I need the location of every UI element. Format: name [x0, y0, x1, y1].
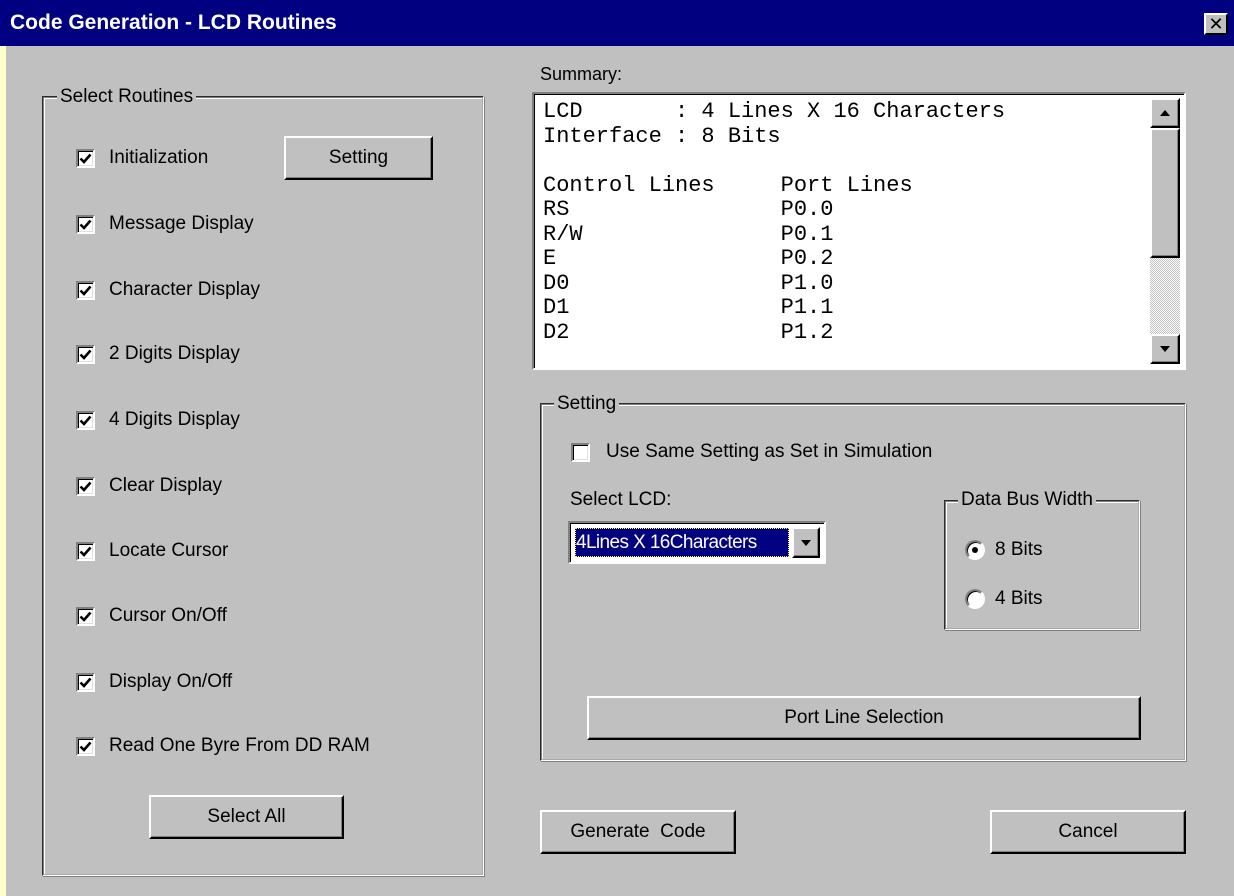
checkmark-icon — [79, 415, 92, 426]
select-lcd-value[interactable]: 4Lines X 16Characters — [575, 528, 789, 557]
checkbox[interactable] — [76, 606, 95, 626]
use-same-setting-checkbox[interactable] — [571, 442, 590, 462]
generate-code-button[interactable]: Generate Code — [540, 810, 736, 854]
routine-label: Initialization — [109, 147, 209, 168]
routine-read-one-byte[interactable]: Read One Byre From DD RAM — [76, 735, 370, 757]
routine-label: Cursor On/Off — [109, 605, 227, 626]
routine-label: Display On/Off — [109, 671, 233, 692]
checkmark-icon — [79, 546, 92, 557]
checkmark-icon — [79, 677, 92, 688]
checkbox[interactable] — [76, 344, 95, 364]
checkbox[interactable] — [76, 736, 95, 756]
radio-button[interactable] — [965, 589, 985, 609]
routine-label: 4 Digits Display — [109, 409, 240, 430]
checkbox[interactable] — [76, 672, 95, 692]
checkbox[interactable] — [76, 148, 95, 168]
summary-label: Summary: — [540, 64, 623, 84]
checkmark-icon — [79, 481, 92, 492]
chevron-down-icon — [801, 539, 811, 546]
routine-label: Clear Display — [109, 475, 222, 496]
routine-initialization[interactable]: Initialization — [76, 147, 208, 169]
checkmark-icon — [79, 219, 92, 230]
use-same-setting-option[interactable]: Use Same Setting as Set in Simulation — [571, 441, 932, 463]
summary-textarea[interactable]: LCD : 4 Lines X 16 Characters Interface … — [532, 92, 1186, 370]
data-bus-width-legend: Data Bus Width — [958, 490, 1096, 509]
checkmark-icon — [79, 153, 92, 164]
checkbox[interactable] — [76, 214, 95, 234]
checkbox[interactable] — [76, 410, 95, 430]
radio-button[interactable] — [965, 540, 985, 560]
select-all-button[interactable]: Select All — [149, 795, 344, 839]
data-bus-width-group — [944, 500, 1140, 630]
cancel-button[interactable]: Cancel — [990, 810, 1186, 854]
routine-label: Character Display — [109, 279, 260, 300]
checkmark-icon — [79, 741, 92, 752]
bus-width-4-bits[interactable]: 4 Bits — [965, 588, 1043, 610]
window-edge — [0, 46, 6, 896]
checkbox[interactable] — [76, 541, 95, 561]
select-routines-legend: Select Routines — [57, 87, 197, 106]
checkbox[interactable] — [76, 476, 95, 496]
arrow-down-icon — [1160, 346, 1170, 352]
checkbox[interactable] — [76, 280, 95, 300]
checkmark-icon — [79, 285, 92, 296]
routine-display-on-off[interactable]: Display On/Off — [76, 671, 232, 693]
checkmark-icon — [79, 611, 92, 622]
bus-width-label: 4 Bits — [995, 588, 1043, 609]
routine-label: Locate Cursor — [109, 540, 229, 561]
routine-locate-cursor[interactable]: Locate Cursor — [76, 540, 228, 562]
checkmark-icon — [79, 349, 92, 360]
routine-label: Read One Byre From DD RAM — [109, 735, 370, 756]
routine-character-display[interactable]: Character Display — [76, 279, 260, 301]
bus-width-label: 8 Bits — [995, 539, 1043, 560]
summary-scrollbar[interactable] — [1150, 98, 1180, 364]
bus-width-8-bits[interactable]: 8 Bits — [965, 539, 1043, 561]
use-same-setting-label: Use Same Setting as Set in Simulation — [606, 441, 933, 462]
routine-clear-display[interactable]: Clear Display — [76, 475, 222, 497]
arrow-up-icon — [1160, 110, 1170, 116]
routine-4-digits-display[interactable]: 4 Digits Display — [76, 409, 240, 431]
close-icon: ✕ — [1208, 14, 1224, 34]
setting-button[interactable]: Setting — [284, 136, 433, 180]
window-title: Code Generation - LCD Routines — [10, 11, 337, 34]
setting-legend: Setting — [554, 394, 620, 413]
summary-text: LCD : 4 Lines X 16 Characters Interface … — [543, 99, 1006, 345]
title-bar: Code Generation - LCD Routines ✕ — [0, 0, 1234, 46]
close-button[interactable]: ✕ — [1204, 13, 1228, 35]
select-lcd-label: Select LCD: — [570, 489, 672, 510]
select-lcd-combobox[interactable]: 4Lines X 16Characters — [568, 521, 826, 564]
scroll-up-button[interactable] — [1150, 98, 1180, 128]
routine-message-display[interactable]: Message Display — [76, 213, 254, 235]
radio-selected-dot — [972, 547, 978, 553]
scroll-down-button[interactable] — [1150, 334, 1180, 364]
routine-2-digits-display[interactable]: 2 Digits Display — [76, 343, 240, 365]
select-lcd-dropdown-button[interactable] — [792, 527, 820, 558]
routine-label: 2 Digits Display — [109, 343, 240, 364]
routine-cursor-on-off[interactable]: Cursor On/Off — [76, 605, 227, 627]
port-line-selection-button[interactable]: Port Line Selection — [587, 696, 1141, 740]
scrollbar-thumb[interactable] — [1150, 128, 1180, 258]
routine-label: Message Display — [109, 213, 254, 234]
